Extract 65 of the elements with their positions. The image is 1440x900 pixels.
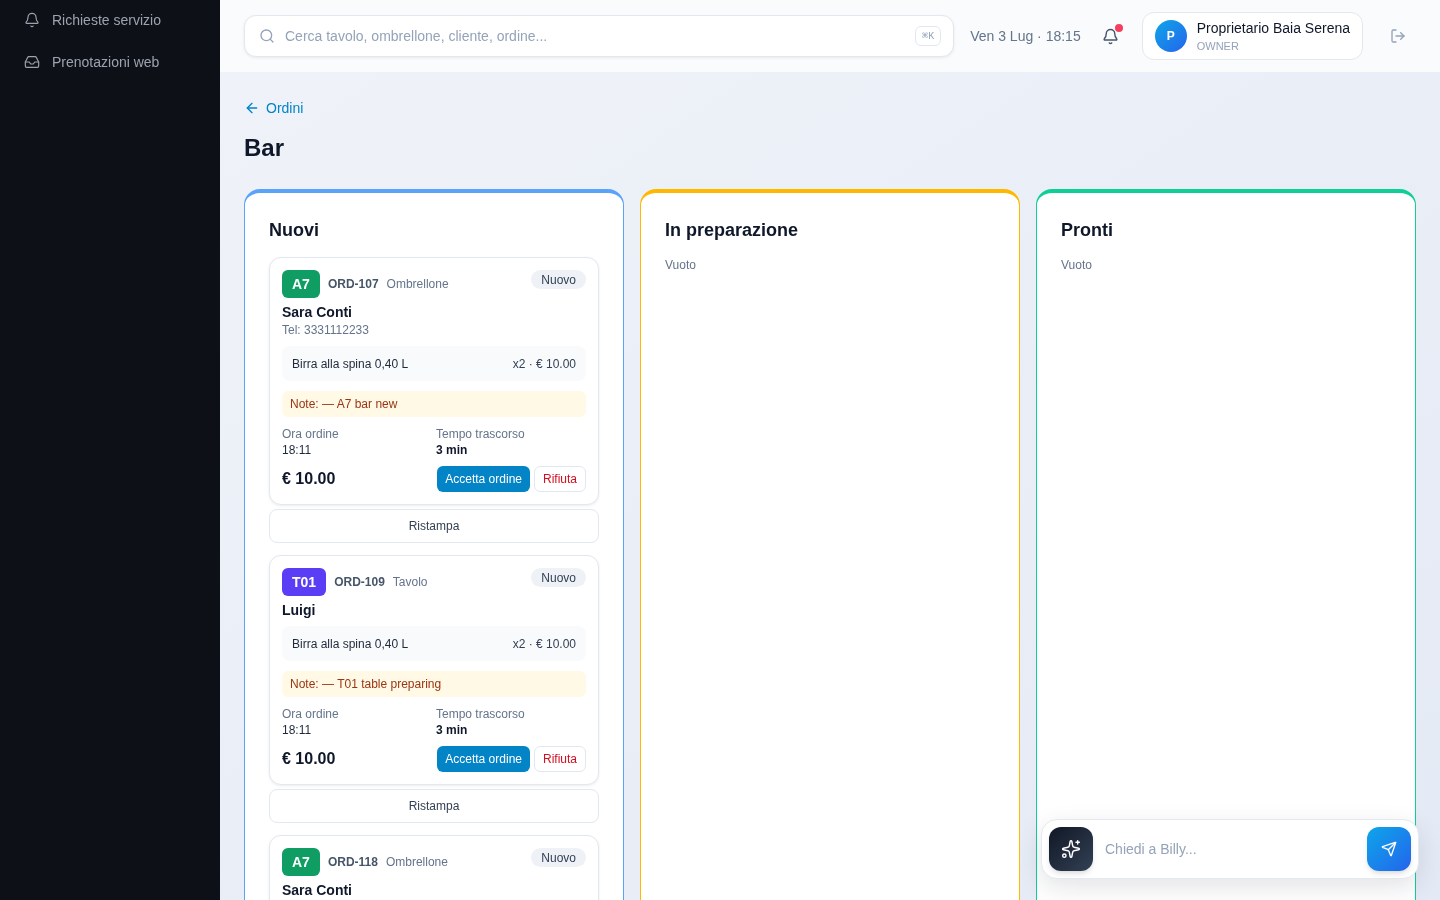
item-quantity-price: x2 · € 10.00 [512, 355, 576, 372]
column-title: Pronti [1061, 219, 1113, 242]
order-number: ORD-107 [327, 276, 379, 292]
order-number: ORD-118 [327, 854, 378, 870]
send-button[interactable] [1367, 827, 1411, 871]
location-badge: T01 [282, 568, 327, 596]
empty-text: Vuoto [665, 257, 696, 273]
customer-name: Luigi [282, 602, 317, 618]
search-input[interactable]: Cerca tavolo, ombrellone, cliente, ordine... [285, 26, 906, 46]
reprint-button[interactable]: Ristampa [269, 789, 599, 823]
elapsed-value: 3 min [436, 722, 469, 738]
order-time-value: 18:11 [282, 442, 313, 458]
order-total: € 10.00 [282, 749, 336, 769]
back-link[interactable]: Ordini [244, 98, 304, 118]
page-title: Bar [244, 133, 285, 163]
order-time-value: 18:11 [282, 722, 313, 738]
accept-button[interactable]: Accetta ordine [437, 466, 530, 492]
item-name: Birra alla spina 0,40 L [292, 635, 409, 652]
customer-phone: Tel: 3331112233 [282, 322, 370, 338]
sidebar-item[interactable]: Prenotazioni web [0, 42, 220, 82]
send-icon [1381, 841, 1397, 857]
order-type: Tavolo [392, 574, 428, 590]
order-total: € 10.00 [282, 469, 336, 489]
customer-name: Sara Conti [282, 304, 353, 320]
user-card[interactable]: P Proprietario Baia Serena OWNER [1141, 12, 1363, 60]
user-name: Proprietario Baia Serena [1196, 19, 1350, 38]
logout-icon [1390, 28, 1406, 44]
empty-text: Vuoto [1061, 257, 1092, 273]
search-icon [259, 28, 275, 44]
chat-bar[interactable]: Chiedi a Billy... [1041, 819, 1419, 879]
bell-icon [1102, 27, 1120, 45]
reprint-button[interactable]: Ristampa [269, 509, 599, 543]
user-role: OWNER [1196, 39, 1240, 54]
assistant-button[interactable] [1049, 827, 1093, 871]
column-title: Nuovi [269, 219, 319, 242]
customer-name: Sara Conti [282, 882, 353, 898]
column-title: In preparazione [665, 219, 799, 242]
elapsed-value: 3 min [436, 442, 469, 458]
avatar-initial: P [1154, 20, 1187, 52]
accept-button[interactable]: Accetta ordine [437, 746, 530, 772]
date-time: Ven 3 Lug · 18:15 [970, 27, 1081, 46]
location-badge: A7 [282, 270, 320, 298]
elapsed-label: Tempo trascorso [436, 426, 526, 442]
inbox-icon [24, 54, 40, 70]
order-time-label: Ora ordine [282, 426, 340, 442]
location-badge: A7 [282, 848, 320, 876]
order-type: Ombrellone [385, 854, 448, 870]
order-number: ORD-109 [334, 574, 385, 590]
order-type: Ombrellone [386, 276, 449, 292]
reject-button[interactable]: Rifiuta [534, 466, 586, 492]
elapsed-label: Tempo trascorso [436, 706, 526, 722]
order-note: Note: — T01 table preparing [282, 671, 586, 697]
reject-button[interactable]: Rifiuta [534, 746, 586, 772]
shortcut-key: ⌘K [915, 26, 942, 46]
sparkle-icon [1061, 839, 1081, 859]
order-note: Note: — A7 bar new [282, 391, 586, 417]
order-time-label: Ora ordine [282, 706, 340, 722]
status-badge: Nuovo [531, 568, 586, 587]
status-badge: Nuovo [531, 848, 586, 867]
chat-input-field[interactable]: Chiedi a Billy... [1105, 829, 1355, 869]
item-quantity-price: x2 · € 10.00 [512, 635, 576, 652]
status-badge: Nuovo [531, 270, 586, 289]
sidebar-item[interactable]: Richieste servizio [0, 0, 220, 40]
bell-icon [24, 12, 40, 28]
item-name: Birra alla spina 0,40 L [292, 355, 409, 372]
